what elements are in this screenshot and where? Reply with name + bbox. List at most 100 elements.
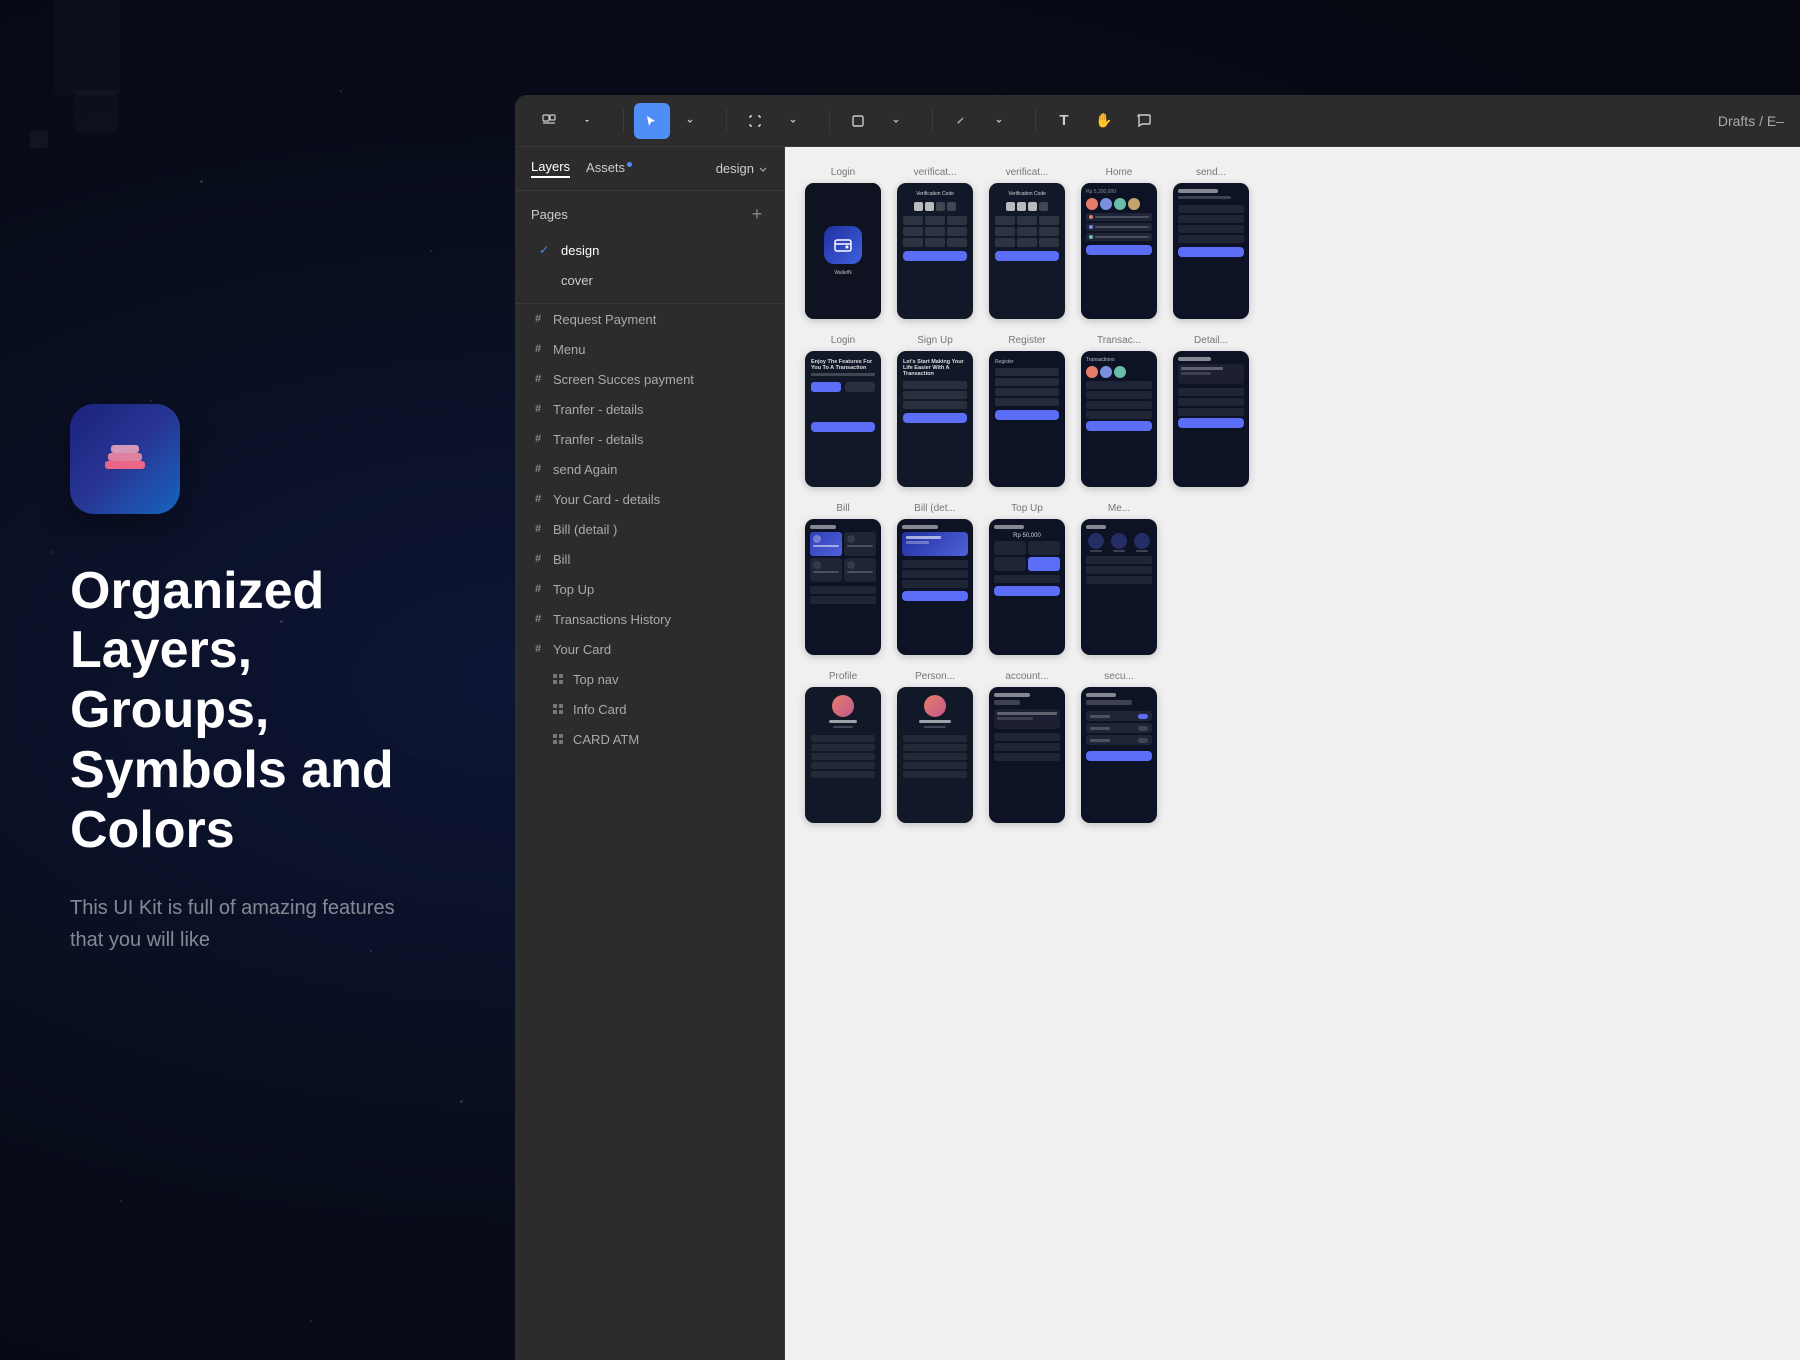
subtitle-bar	[1178, 196, 1231, 199]
toolbar-sep-1	[623, 109, 624, 133]
input-field	[995, 378, 1059, 386]
layer-top-up[interactable]: # Top Up	[515, 574, 784, 604]
layer-top-nav[interactable]: Top nav	[515, 664, 784, 694]
num-key	[1039, 238, 1059, 247]
screen-security[interactable]: secu...	[1081, 671, 1157, 823]
select-tool-button[interactable]	[634, 103, 670, 139]
phone-screen: Rp 5,200,000	[1081, 183, 1157, 319]
text-tool-button[interactable]: T	[1046, 103, 1082, 139]
pen-tool-chevron[interactable]	[981, 103, 1017, 139]
screen-account[interactable]: account...	[989, 671, 1065, 823]
screen-transactions[interactable]: Transac... Transactions	[1081, 335, 1157, 487]
select-tool-icon	[645, 114, 659, 128]
screen-personal[interactable]: Person...	[897, 671, 973, 823]
menu-row	[811, 735, 875, 742]
num-key	[903, 238, 923, 247]
screen-register[interactable]: Register Register	[989, 335, 1065, 487]
layer-bill[interactable]: # Bill	[515, 544, 784, 574]
avatar	[1086, 198, 1098, 210]
shape-tool-chevron[interactable]	[878, 103, 914, 139]
screen-login[interactable]: Login	[805, 167, 881, 319]
layer-your-card-details[interactable]: # Your Card - details	[515, 484, 784, 514]
avatar	[1100, 198, 1112, 210]
layer-screen-success[interactable]: # Screen Succes payment	[515, 364, 784, 394]
layer-card-atm[interactable]: CARD ATM	[515, 724, 784, 754]
layers-list[interactable]: # Request Payment # Menu # Screen Succes…	[515, 304, 784, 1360]
hand-tool-button[interactable]: ✋	[1086, 103, 1122, 139]
screen-topup[interactable]: Top Up Rp 50,000	[989, 503, 1065, 655]
pen-tool-button[interactable]	[943, 103, 979, 139]
layer-bill-detail[interactable]: # Bill (detail )	[515, 514, 784, 544]
screen-label: Register	[1008, 335, 1045, 346]
bill-label	[813, 571, 839, 573]
screen-signup[interactable]: Sign Up Let's Start Making Your Life Eas…	[897, 335, 973, 487]
move-tool-button[interactable]	[531, 103, 567, 139]
amount-options	[994, 541, 1060, 571]
screen-content: Register	[989, 351, 1065, 428]
num-key	[995, 238, 1015, 247]
layer-info-card[interactable]: Info Card	[515, 694, 784, 724]
list-item	[1178, 225, 1244, 233]
bill-icon	[847, 561, 855, 569]
amount-opt selected	[1028, 557, 1060, 571]
list-item	[994, 743, 1060, 751]
app-icon-svg	[95, 429, 155, 489]
profile-name	[829, 720, 858, 723]
layer-transactions-history[interactable]: # Transactions History	[515, 604, 784, 634]
canvas-area[interactable]: Login	[785, 147, 1800, 1360]
hash-icon: #	[531, 402, 545, 416]
phone-screen: Verification Code	[897, 183, 973, 319]
verify-dot	[1006, 202, 1015, 211]
page-item-cover[interactable]: ✓ cover	[531, 265, 768, 295]
screen-title: Transactions	[1086, 357, 1152, 363]
add-page-button[interactable]: +	[746, 203, 768, 225]
layer-request-payment[interactable]: # Request Payment	[515, 304, 784, 334]
screen-verify-2[interactable]: verificat... Verification Code	[989, 167, 1065, 319]
phone-screen: Register	[989, 351, 1065, 487]
screen-bill-detail[interactable]: Bill (det...	[897, 503, 973, 655]
design-dropdown[interactable]: design	[716, 161, 768, 176]
subtext: This UI Kit is full of amazing features …	[70, 892, 430, 956]
tab-assets[interactable]: Assets	[586, 160, 632, 177]
verify-dot	[1017, 202, 1026, 211]
canvas-inner: Login	[785, 147, 1800, 1360]
verify-btn	[995, 251, 1059, 261]
register-btn	[845, 382, 875, 392]
toolbar-tools-frame	[737, 103, 811, 139]
screen-bill[interactable]: Bill	[805, 503, 881, 655]
select-tool-chevron[interactable]	[672, 103, 708, 139]
screen-send[interactable]: send...	[1173, 167, 1249, 319]
action-btn	[1086, 751, 1152, 761]
screen-content: Rp 5,200,000	[1081, 183, 1157, 261]
screen-detail[interactable]: Detail...	[1173, 335, 1249, 487]
page-item-design[interactable]: ✓ design	[531, 235, 768, 265]
tab-layers[interactable]: Layers	[531, 159, 570, 178]
screen-verify-1[interactable]: verificat... Verification Code	[897, 167, 973, 319]
screen-home[interactable]: Home Rp 5,200,000	[1081, 167, 1157, 319]
list-item	[1178, 205, 1244, 213]
layer-tranfer-details-1[interactable]: # Tranfer - details	[515, 394, 784, 424]
menu-icon	[1134, 533, 1150, 549]
tool-chevron[interactable]	[569, 103, 605, 139]
pages-header: Pages +	[531, 203, 768, 225]
screen-menu[interactable]: Me...	[1081, 503, 1157, 655]
layer-your-card[interactable]: # Your Card	[515, 634, 784, 664]
shape-tool-icon	[851, 114, 865, 128]
phone-screen: WalletN	[805, 183, 881, 319]
comment-tool-button[interactable]	[1126, 103, 1162, 139]
layer-send-again[interactable]: # send Again	[515, 454, 784, 484]
frame-tool-chevron[interactable]	[775, 103, 811, 139]
option-label	[1090, 727, 1110, 730]
hash-icon: #	[531, 612, 545, 626]
grid-icon	[551, 732, 565, 746]
shape-tool-button[interactable]	[840, 103, 876, 139]
layer-menu[interactable]: # Menu	[515, 334, 784, 364]
menu-item	[1109, 533, 1130, 552]
num-key	[995, 227, 1015, 236]
layer-tranfer-details-2[interactable]: # Tranfer - details	[515, 424, 784, 454]
screen-profile[interactable]: Profile	[805, 671, 881, 823]
screen-title: Let's Start Making Your Life Easier With…	[903, 359, 967, 377]
frame-tool-button[interactable]	[737, 103, 773, 139]
screen-login-2[interactable]: Login Enjoy The Features For You To A Tr…	[805, 335, 881, 487]
hash-icon: #	[531, 582, 545, 596]
